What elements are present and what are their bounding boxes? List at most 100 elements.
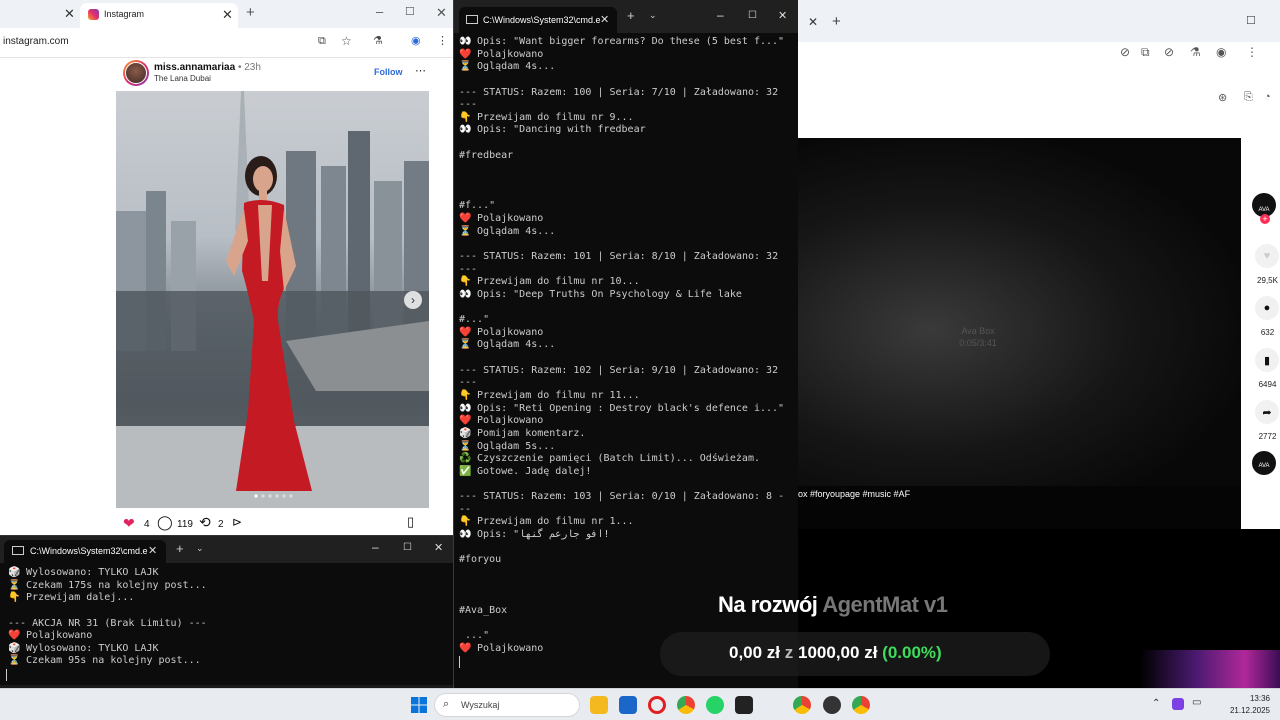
minimize-icon[interactable]: – (372, 540, 379, 554)
new-tab-icon[interactable]: + (832, 13, 841, 30)
tray-chevron-icon[interactable]: ⌃ (1152, 698, 1160, 709)
app-icon[interactable] (823, 696, 841, 714)
comment-icon[interactable]: ◯ (157, 514, 173, 531)
mute-icon[interactable]: ⊘ (1120, 45, 1130, 59)
line-text: Opis: "Dancing with fredbear (477, 124, 646, 136)
terminal-tab[interactable]: C:\Windows\System32\cmd.e ✕ (459, 7, 617, 33)
opera-icon[interactable] (648, 696, 666, 714)
like-heart-icon[interactable]: ❤ (123, 515, 135, 532)
creator-avatar-label: AVA (1258, 207, 1270, 213)
profile-icon[interactable]: ◉ (1216, 45, 1226, 59)
close-tab-icon[interactable]: ✕ (64, 6, 75, 22)
line-emoji-icon: 🎲 (8, 567, 21, 578)
save-bookmark-icon[interactable]: ▯ (407, 514, 414, 530)
video-frame[interactable] (798, 138, 1241, 486)
post-username[interactable]: miss.annamariaa • 23h (154, 62, 261, 73)
chrome-icon[interactable] (852, 696, 870, 714)
avatar[interactable] (123, 60, 149, 86)
line-text: #f..." (459, 200, 496, 212)
bookmark-icon[interactable]: ▮ (1255, 348, 1279, 372)
bookmark-star-icon[interactable]: ☆ (341, 34, 352, 48)
carousel-dots (254, 494, 294, 498)
store-icon[interactable] (619, 696, 637, 714)
right-browser-toolbar: ⊘ ⧉ ⊘ ⚗ ◉ ⋮ (798, 42, 1280, 76)
line-text: Polajkowano (477, 212, 544, 224)
no-eye-icon[interactable]: ⊘ (1164, 45, 1174, 59)
maximize-icon[interactable]: ☐ (403, 542, 412, 553)
more-options-icon[interactable]: ⋯ (415, 64, 426, 77)
picture-in-picture-icon[interactable]: ⧉ (1141, 45, 1150, 60)
close-tab-icon[interactable]: ✕ (148, 544, 157, 557)
next-image-button[interactable]: › (404, 291, 422, 309)
line-emoji-icon: ⏳ (8, 579, 21, 591)
line-emoji-icon: 👇 (8, 592, 21, 604)
line-text: Oglądam 4s... (477, 225, 556, 237)
line-text: Gotowe. Jadę dalej! (477, 465, 592, 477)
file-explorer-icon[interactable] (590, 696, 608, 714)
search-placeholder: Wyszukaj (461, 700, 500, 710)
network-icon[interactable]: ▭ (1192, 697, 1201, 708)
instagram-browser-window: ✕ Instagram ✕ + – ☐ ✕ instagram.com ⧉ ☆ … (0, 0, 453, 535)
windows-start-icon[interactable] (411, 697, 427, 713)
install-app-icon[interactable]: ⧉ (318, 35, 326, 48)
terminal-line: --- (459, 377, 797, 390)
address-bar[interactable]: instagram.com ⧉ ☆ ⚗ ◉ ⋮ (0, 28, 453, 58)
share-arrow-icon[interactable]: ➦ (1255, 400, 1279, 424)
profile-icon[interactable]: ◉ (411, 34, 421, 47)
maximize-icon[interactable]: ☐ (748, 10, 757, 21)
terminal-app-icon[interactable] (735, 696, 753, 714)
close-tab-icon[interactable]: ✕ (600, 13, 609, 26)
share-icon[interactable]: ⊳ (232, 515, 242, 529)
follow-plus-icon[interactable]: + (1260, 214, 1270, 224)
chrome-icon[interactable] (677, 696, 695, 714)
post-photo-illustration (116, 91, 429, 508)
system-clock[interactable]: 13:36 21.12.2025 (1210, 693, 1270, 717)
lab-flask-icon[interactable]: ⚗ (1190, 45, 1201, 59)
close-window-icon[interactable]: ✕ (436, 5, 447, 21)
video-player[interactable]: Ava Box 0:05/3:41 ox #foryoupage #music … (798, 138, 1241, 529)
tray-app-icon[interactable] (1172, 698, 1184, 710)
share-icon[interactable]: ⎘ (1244, 91, 1253, 104)
tab-instagram[interactable]: Instagram ✕ (80, 3, 238, 28)
terminal-tab[interactable]: C:\Windows\System32\cmd.e ✕ (4, 540, 166, 563)
lab-flask-icon[interactable]: ⚗ (373, 34, 383, 47)
new-tab-icon[interactable]: + (176, 541, 184, 556)
line-text: Czekam 95s na kolejny post... (26, 655, 201, 667)
user-icon[interactable]: ◔ (1264, 91, 1271, 103)
taskbar-search[interactable]: ⌕ Wyszukaj (434, 693, 580, 717)
repost-icon[interactable]: ⟲ (199, 514, 211, 531)
like-heart-icon[interactable]: ♥ (1255, 244, 1279, 268)
new-tab-icon[interactable]: + (246, 4, 255, 21)
line-text: Polajkowano (477, 415, 544, 427)
whatsapp-icon[interactable] (706, 696, 724, 714)
settings-icon[interactable]: ⊛ (1218, 91, 1227, 104)
maximize-icon[interactable]: ☐ (405, 5, 415, 18)
close-window-icon[interactable]: ✕ (778, 9, 787, 22)
menu-dots-icon[interactable]: ⋮ (1246, 45, 1258, 59)
close-tab-icon[interactable]: ✕ (808, 15, 818, 29)
terminal-line: --- STATUS: Razem: 103 | Seria: 0/10 | Z… (459, 491, 797, 504)
close-window-icon[interactable]: ✕ (434, 541, 443, 554)
new-tab-icon[interactable]: + (627, 8, 635, 23)
follow-button[interactable]: Follow (374, 67, 403, 77)
post-image[interactable] (116, 91, 429, 508)
close-tab-icon[interactable]: ✕ (222, 7, 233, 23)
username-text[interactable]: miss.annamariaa (154, 62, 235, 73)
url-text[interactable]: instagram.com (3, 36, 69, 47)
terminal-line: ⏳ Oglądam 4s... (459, 61, 797, 74)
chevron-down-icon[interactable]: ⌄ (196, 543, 204, 554)
maximize-icon[interactable]: ☐ (1246, 14, 1256, 27)
menu-dots-icon[interactable]: ⋮ (437, 34, 448, 47)
line-emoji-icon: 👀 (459, 36, 472, 47)
comment-icon[interactable]: ● (1255, 296, 1279, 320)
terminal-line: #fredbear (459, 150, 797, 163)
post-location[interactable]: The Lana Dubai (154, 74, 211, 83)
minimize-icon[interactable]: – (717, 8, 724, 22)
minimize-icon[interactable]: – (376, 4, 383, 19)
music-disc-icon[interactable]: AVA (1252, 451, 1276, 475)
chrome-icon[interactable] (793, 696, 811, 714)
comment-count: 632 (1260, 328, 1275, 337)
chevron-down-icon[interactable]: ⌄ (649, 10, 657, 21)
